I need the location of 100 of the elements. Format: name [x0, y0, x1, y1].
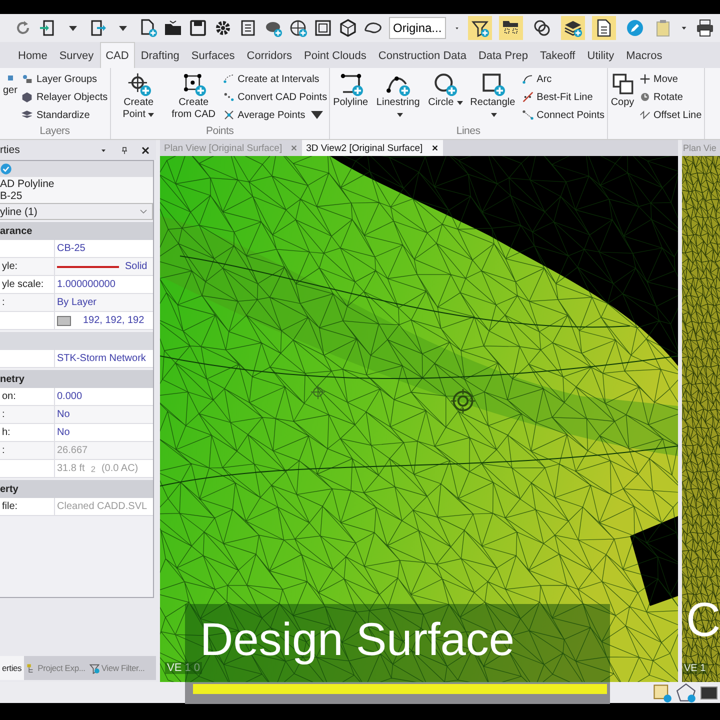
ribbon-button[interactable]: Best-Fit Line [522, 88, 604, 106]
frame-icon[interactable] [314, 19, 332, 37]
ribbon-button[interactable]: Standardize [21, 106, 108, 124]
property-label: on: [1, 390, 17, 404]
chevron-icon [139, 207, 148, 216]
move-icon [638, 73, 650, 85]
section-header: erty [0, 484, 18, 494]
ribbon-tab[interactable]: Surfaces [185, 42, 241, 68]
square-icon[interactable] [652, 682, 672, 702]
property-value[interactable]: 1.000000000 [54, 276, 153, 293]
arc-icon [522, 73, 534, 85]
property-value[interactable]: By Layer [54, 294, 153, 311]
ribbon-button[interactable]: Create Point [112, 70, 165, 124]
ribbon-button[interactable]: Copy [610, 70, 636, 124]
stack-icon [564, 19, 582, 37]
panel-icon[interactable] [700, 684, 718, 702]
ribbon-button[interactable]: Circle [427, 70, 464, 124]
ribbon-tab[interactable]: Drafting [134, 42, 186, 68]
ribbon-tab[interactable]: Macros [620, 42, 668, 68]
rectangle-icon [480, 72, 505, 96]
caret-icon [311, 109, 324, 121]
connect-icon [522, 109, 534, 121]
property-value[interactable]: No [54, 406, 153, 423]
ribbon-button[interactable]: Convert CAD Points [222, 88, 328, 106]
ribbon-button[interactable]: Move [638, 70, 702, 88]
import-icon[interactable] [39, 19, 57, 37]
offset-icon [638, 109, 650, 121]
copy-icon [610, 72, 634, 96]
stack-toggle[interactable] [560, 16, 585, 40]
object-type: AD Polyline [0, 178, 56, 190]
selection-dropdown[interactable]: yline (1) [0, 203, 153, 220]
close-icon[interactable] [141, 146, 150, 154]
line-style-value[interactable]: Solid [54, 258, 153, 275]
save-icon[interactable] [189, 19, 207, 37]
ribbon-button[interactable]: Linestring [372, 70, 424, 124]
property-label: yle scale: [1, 278, 45, 292]
property-label: : [1, 296, 6, 310]
globe-icon[interactable] [289, 19, 307, 37]
ribbon-tab[interactable]: Utility [581, 42, 620, 68]
ribbon-tab[interactable]: Corridors [240, 42, 298, 68]
caret-icon [456, 100, 463, 105]
ribbon-button[interactable]: ger [2, 70, 18, 124]
caret-icon [491, 112, 498, 117]
ribbon-button[interactable]: Arc [522, 70, 604, 88]
ribbon-tab[interactable]: Construction Data [372, 42, 472, 68]
ribbon-tab[interactable]: Takeoff [534, 42, 582, 68]
property-value[interactable]: 0.000 [54, 388, 153, 405]
ribbon-button[interactable]: Create at Intervals [222, 70, 328, 88]
ribbon-tab[interactable]: Survey [53, 42, 100, 68]
caret-icon [396, 112, 403, 117]
panel-tab[interactable]: erties [0, 656, 24, 680]
ribbon-tab[interactable]: Home [12, 42, 54, 68]
document-icon [594, 19, 613, 37]
ribbon-button[interactable]: Relayer Objects [21, 88, 108, 106]
ribbon-button[interactable]: Create from CAD [168, 70, 220, 124]
stack-icon [21, 109, 34, 121]
new-file-icon[interactable] [139, 19, 157, 37]
close-icon[interactable] [430, 144, 439, 152]
intervals-icon [222, 73, 235, 85]
export-icon[interactable] [89, 19, 107, 37]
layers-icon [21, 73, 34, 85]
ribbon-button[interactable]: Rotate [638, 88, 702, 106]
dot-grid-icon [182, 72, 206, 96]
cloud-icon[interactable] [264, 19, 282, 37]
ribbon-button[interactable]: Polyline [332, 70, 370, 124]
ribbon-button[interactable]: Average Points [222, 106, 328, 124]
ribbon-button[interactable]: Connect Points [522, 106, 604, 124]
surface-dropdown[interactable]: Origina... [389, 17, 446, 39]
cube-icon [21, 91, 34, 103]
ribbon-tab[interactable]: Point Clouds [298, 42, 372, 68]
section-header: netry [0, 374, 24, 384]
clipboard-icon[interactable] [654, 19, 672, 37]
caret-icon [148, 112, 154, 117]
gear-icon[interactable] [214, 19, 232, 37]
property-label: : [1, 444, 6, 458]
group-label: Lines [455, 124, 482, 139]
group-label: Layers [38, 124, 71, 139]
document-toggle[interactable] [592, 16, 616, 40]
printer-icon[interactable] [696, 19, 714, 37]
exaggeration-readout: VE 1 [683, 663, 707, 674]
fit-line-icon [522, 91, 534, 103]
folder-icon[interactable] [164, 19, 182, 37]
property-label: yle: [1, 260, 19, 274]
list-icon[interactable] [239, 19, 257, 37]
filter-toggle[interactable] [468, 16, 492, 40]
ribbon-button[interactable]: Rectangle [466, 70, 519, 124]
cube-icon[interactable] [339, 19, 357, 37]
pin-icon[interactable] [120, 146, 129, 154]
ribbon-button[interactable]: Layer Groups [21, 70, 108, 88]
view-tab[interactable]: 3D View2 [Original Surface] [302, 140, 443, 156]
ribbon-tab[interactable]: Data Prep [472, 42, 534, 68]
ribbon-button[interactable]: Offset Line [638, 106, 702, 124]
folder-grid-toggle[interactable] [498, 16, 523, 40]
target-icon [451, 389, 475, 413]
pentagon-icon[interactable] [676, 682, 696, 702]
ribbon-tab[interactable]: CAD [100, 42, 135, 68]
property-value[interactable]: No [54, 424, 153, 441]
property-label: h: [1, 426, 12, 440]
group-label: Points [204, 124, 235, 139]
refresh-icon[interactable] [14, 19, 32, 37]
